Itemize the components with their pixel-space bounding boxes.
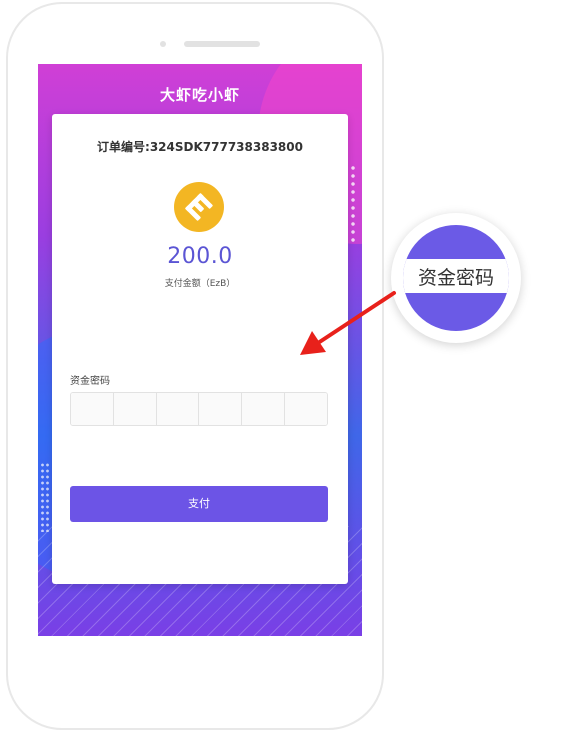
pointer-arrow-icon: [300, 291, 396, 355]
